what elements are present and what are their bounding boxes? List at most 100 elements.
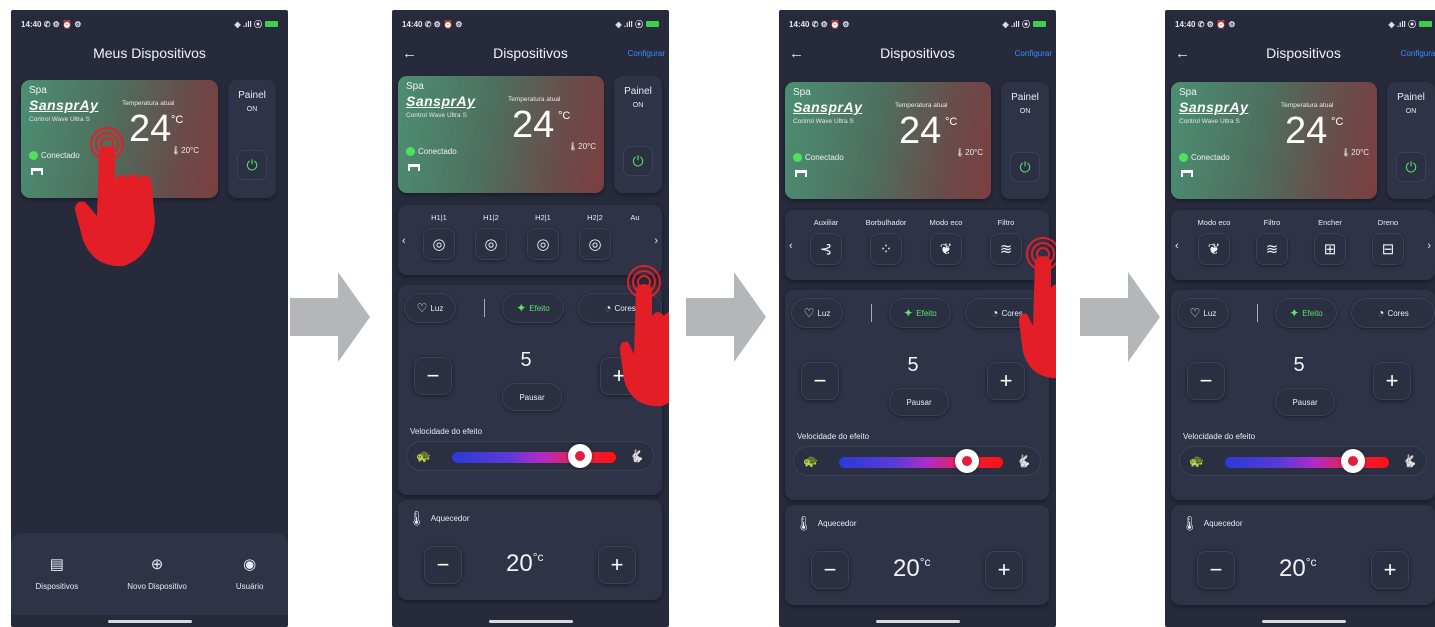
chevron-right-icon[interactable]: › <box>1427 240 1431 252</box>
setpoint-temperature: 🌡20°C <box>568 142 597 151</box>
hydro-jet-icon[interactable]: ◎ <box>423 228 455 260</box>
leaf-icon[interactable]: ❦ <box>1198 233 1230 265</box>
carousel-item[interactable]: Dreno ⊟ <box>1365 216 1411 265</box>
heater-label: 🌡 Aquecedor <box>795 515 857 531</box>
power-icon: ⏻ <box>632 152 644 169</box>
connection-status: Conectado <box>1179 153 1230 162</box>
palette-icon: ◔ <box>604 301 612 315</box>
carousel-item[interactable]: Encher ⊞ <box>1307 216 1353 265</box>
light-button[interactable]: ♡ Luz <box>791 298 843 328</box>
heater-minus-button[interactable]: − <box>424 546 462 584</box>
effect-button[interactable]: ✦ Efeito <box>889 298 951 328</box>
carousel-item[interactable]: Au <box>624 211 646 225</box>
spa-model: Control Wave Ultra S <box>29 116 90 123</box>
pause-button[interactable]: Pausar <box>889 388 949 416</box>
heater-plus-button[interactable]: + <box>985 551 1023 589</box>
carousel-item[interactable]: H2|1 ◎ <box>520 211 566 260</box>
heater-minus-button[interactable]: − <box>1197 551 1235 589</box>
heater-plus-button[interactable]: + <box>598 546 636 584</box>
power-button[interactable]: ⏻ <box>623 146 653 176</box>
carousel-item[interactable]: Filtro ≋ <box>983 216 1029 265</box>
effect-plus-button[interactable]: + <box>1373 362 1411 400</box>
effect-button[interactable]: ✦ Efeito <box>1275 298 1337 328</box>
effect-minus-button[interactable]: − <box>1187 362 1225 400</box>
setpoint-temperature: 🌡20°C <box>955 148 984 157</box>
thermometer-icon: 🌡 <box>1181 515 1199 531</box>
panel-label: Painel <box>624 86 652 97</box>
status-icons: ◈ .ıll ⦿ <box>1389 19 1432 30</box>
configure-link[interactable]: Configurar <box>1015 49 1052 58</box>
power-button[interactable]: ⏻ <box>1010 152 1040 182</box>
carousel-item[interactable]: Modo eco ❦ <box>923 216 969 265</box>
effect-number: 5 <box>1293 354 1305 376</box>
brand-logo: SansprAy <box>793 99 863 115</box>
leaf-icon[interactable]: ❦ <box>930 233 962 265</box>
effect-minus-button[interactable]: − <box>414 357 452 395</box>
panel-card: Painel ON ⏻ <box>614 76 662 193</box>
effect-button[interactable]: ✦ Efeito <box>502 293 564 323</box>
heater-temperature: 20°c <box>893 555 931 582</box>
heater-plus-button[interactable]: + <box>1371 551 1409 589</box>
bulb-icon: ♡ <box>416 301 428 315</box>
colors-button[interactable]: ◔ Cores <box>578 293 662 323</box>
effect-plus-button[interactable]: + <box>987 362 1025 400</box>
thermometer-icon: 🌡 <box>408 510 426 526</box>
setpoint-temperature: 🌡20°C <box>1341 148 1370 157</box>
filter-icon[interactable]: ≋ <box>990 233 1022 265</box>
carousel-item[interactable]: H1|2 ◎ <box>468 211 514 260</box>
chevron-left-icon[interactable]: ‹ <box>402 235 406 247</box>
temperature-label: Temperatura atual <box>895 102 948 109</box>
nav-item-new-device[interactable]: ⊕ Novo Dispositivo <box>127 557 187 591</box>
effect-speed-slider[interactable]: 🐢 🐇 <box>406 441 654 471</box>
bubbles-icon[interactable]: ⁘ <box>870 233 902 265</box>
slider-thumb[interactable] <box>1340 449 1365 473</box>
heater-temperature: 20°c <box>1279 555 1317 582</box>
pause-button[interactable]: Pausar <box>1275 388 1335 416</box>
hydro-jet-icon[interactable]: ◎ <box>475 228 507 260</box>
slider-thumb[interactable] <box>567 444 592 468</box>
carousel-item[interactable]: Filtro ≋ <box>1249 216 1295 265</box>
power-button[interactable]: ⏻ <box>1396 152 1426 182</box>
heater-label: 🌡 Aquecedor <box>408 510 470 526</box>
temperature-unit: °C <box>945 116 958 128</box>
slider-thumb[interactable] <box>954 449 979 473</box>
pause-button[interactable]: Pausar <box>502 383 562 411</box>
turtle-icon: 🐢 <box>803 454 818 468</box>
carousel-item[interactable]: H1|1 ◎ <box>416 211 462 260</box>
panel-state: ON <box>246 106 258 113</box>
chevron-left-icon[interactable]: ‹ <box>1175 240 1179 252</box>
power-button[interactable]: ⏻ <box>237 150 267 180</box>
nav-item-devices[interactable]: ▤ Dispositivos <box>36 557 79 591</box>
colors-button[interactable]: ◔ Cores <box>1351 298 1435 328</box>
auxiliary-icon[interactable]: ⊰ <box>810 233 842 265</box>
light-button[interactable]: ♡ Luz <box>404 293 456 323</box>
effect-speed-slider[interactable]: 🐢 🐇 <box>793 446 1041 476</box>
carousel-item[interactable]: Auxiliar ⊰ <box>803 216 849 265</box>
spa-device-card[interactable]: Spa SansprAy Control Wave Ultra S Temper… <box>21 80 218 198</box>
carousel-item[interactable]: Borbulhador ⁘ <box>863 216 909 265</box>
speed-label: Velocidade do efeito <box>410 427 483 436</box>
chevron-left-icon[interactable]: ‹ <box>789 240 793 252</box>
fill-tub-icon[interactable]: ⊞ <box>1314 233 1346 265</box>
carousel-item[interactable]: Modo eco ❦ <box>1191 216 1237 265</box>
configure-link[interactable]: Configurar <box>1401 49 1435 58</box>
hydro-jet-icon[interactable]: ◎ <box>527 228 559 260</box>
effect-speed-slider[interactable]: 🐢 🐇 <box>1179 446 1427 476</box>
spa-label: Spa <box>793 87 811 98</box>
nav-item-user[interactable]: ◉ Usuário <box>236 557 264 591</box>
effect-plus-button[interactable]: + <box>600 357 638 395</box>
colors-button[interactable]: ◔ Cores <box>965 298 1049 328</box>
heater-panel: 🌡 Aquecedor − 20°c + <box>1171 505 1435 605</box>
filter-icon[interactable]: ≋ <box>1256 233 1288 265</box>
carousel-item[interactable]: H2|2 ◎ <box>572 211 618 260</box>
battery-icon <box>1419 21 1432 27</box>
turtle-icon: 🐢 <box>416 449 431 463</box>
configure-link[interactable]: Configurar <box>628 49 665 58</box>
hydro-jet-icon[interactable]: ◎ <box>579 228 611 260</box>
chevron-right-icon[interactable]: › <box>654 235 658 247</box>
heater-minus-button[interactable]: − <box>811 551 849 589</box>
heater-temperature: 20°c <box>506 550 544 577</box>
effect-minus-button[interactable]: − <box>801 362 839 400</box>
drain-tub-icon[interactable]: ⊟ <box>1372 233 1404 265</box>
light-button[interactable]: ♡ Luz <box>1177 298 1229 328</box>
